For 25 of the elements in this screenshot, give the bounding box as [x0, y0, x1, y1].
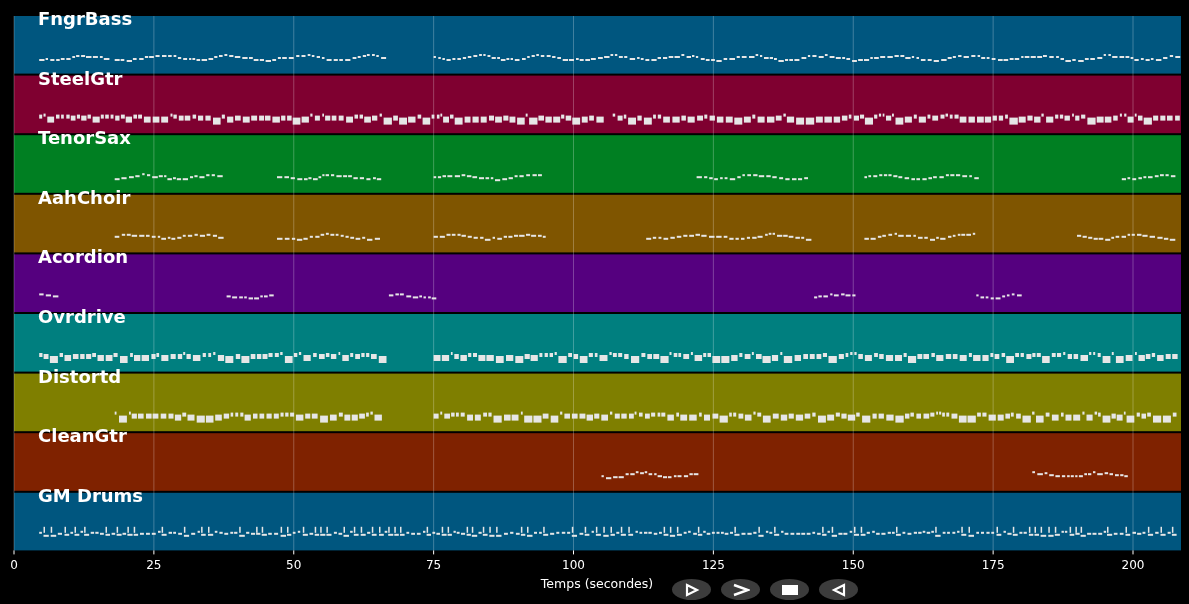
- track-name: FngrBass: [38, 8, 133, 29]
- tick-label: 100: [562, 558, 585, 573]
- forward-button[interactable]: [721, 579, 760, 600]
- tick-label: 150: [841, 558, 865, 573]
- track-name: GM Drums: [38, 484, 144, 506]
- track-name: SteelGtr: [38, 67, 123, 89]
- track-name: Ovrdrive: [38, 306, 126, 327]
- track-name: Acordion: [38, 246, 129, 268]
- tick-label: 200: [1121, 558, 1145, 573]
- tick-label: 50: [286, 558, 302, 573]
- track-name: AahChoir: [38, 186, 131, 208]
- tick-label: 0: [10, 558, 18, 573]
- tick-label: 25: [146, 558, 162, 573]
- chevron-icon: [731, 582, 750, 597]
- tick-label: 125: [701, 558, 725, 573]
- tick-label: 175: [981, 558, 1005, 573]
- track-name: CleanGtr: [38, 425, 127, 447]
- axis-title: Temps (secondes): [540, 576, 654, 592]
- tick-label: 75: [426, 558, 442, 573]
- play-button[interactable]: [672, 579, 711, 600]
- stop-button[interactable]: [770, 579, 809, 600]
- stop-icon: [780, 582, 799, 597]
- track-name: TenorSax: [38, 127, 131, 149]
- track-name: Distortd: [38, 365, 122, 387]
- back-button[interactable]: [819, 579, 858, 600]
